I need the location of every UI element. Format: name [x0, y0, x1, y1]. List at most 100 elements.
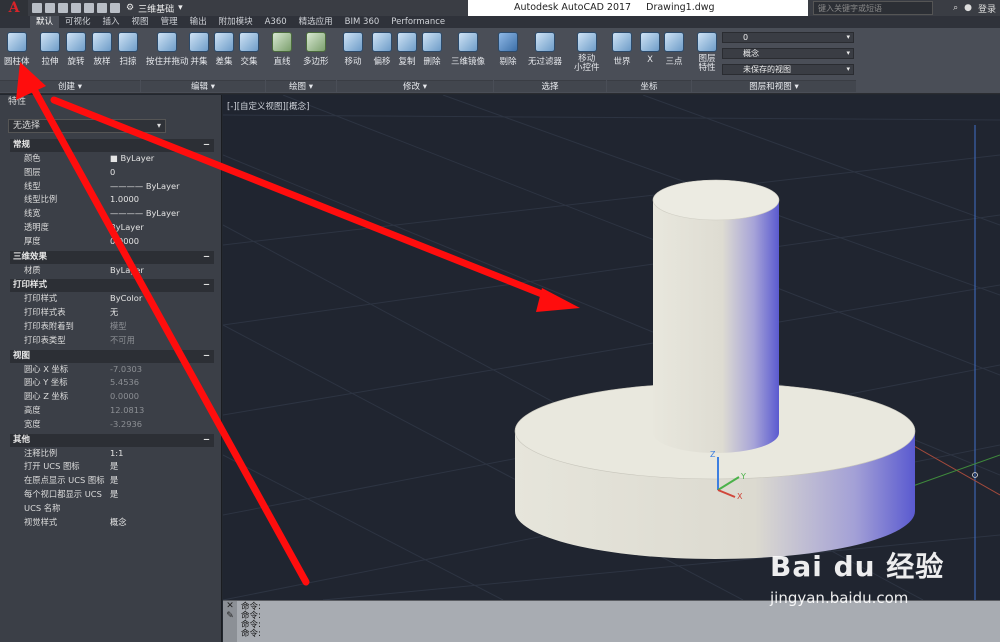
panel-modify[interactable]: 修改 ▾	[337, 80, 493, 92]
view-dropdown[interactable]: 未保存的视图 ▾	[722, 64, 854, 75]
cylinder-button[interactable]: 圆柱体	[4, 32, 30, 67]
tab-output[interactable]: 输出	[184, 16, 213, 28]
property-row[interactable]: 线宽 ———— ByLayer	[10, 207, 214, 221]
tab-default[interactable]: 默认	[30, 16, 60, 28]
property-row[interactable]: 颜色 ■ ByLayer	[10, 152, 214, 166]
property-row[interactable]: 高度 12.0813	[10, 404, 214, 418]
property-row[interactable]: 打印样式 ByColor	[10, 292, 214, 306]
save-icon[interactable]	[58, 3, 68, 13]
panel-selection[interactable]: 选择	[494, 80, 606, 92]
tab-performance[interactable]: Performance	[385, 16, 451, 28]
workspace-switcher[interactable]: ⚙ 三维基础 ▾	[126, 2, 183, 15]
viewport-label[interactable]: [-][自定义视图][概念]	[227, 100, 309, 112]
sweep-button[interactable]: 扫掠	[118, 32, 138, 67]
tab-manage[interactable]: 管理	[155, 16, 184, 28]
cull-button[interactable]: 剔除	[498, 32, 518, 67]
property-row[interactable]: 宽度 -3.2936	[10, 418, 214, 432]
property-row[interactable]: 注释比例 1:1	[10, 447, 214, 461]
collapse-icon[interactable]: −	[203, 139, 210, 152]
tab-featured-apps[interactable]: 精选应用	[293, 16, 339, 28]
property-row[interactable]: 视觉样式 概念	[10, 516, 214, 530]
search-icon[interactable]: ⌕	[953, 3, 958, 13]
collapse-icon[interactable]: −	[203, 350, 210, 363]
line-button[interactable]: 直线	[272, 32, 292, 67]
property-section[interactable]: 其他 −	[10, 433, 214, 447]
section-title: 三维效果	[13, 251, 48, 262]
revolve-button[interactable]: 旋转	[66, 32, 86, 67]
selection-dropdown[interactable]: 无选择 ▾	[8, 119, 166, 133]
property-row[interactable]: 线型 ———— ByLayer	[10, 180, 214, 194]
close-icon[interactable]: ✕	[223, 601, 237, 611]
save-as-icon[interactable]	[71, 3, 81, 13]
user-icon[interactable]: ●	[964, 3, 972, 13]
drawing-viewport[interactable]: Y X Z [-][自定义视图][概念]	[223, 95, 1000, 600]
wrench-icon[interactable]: ✎	[223, 611, 237, 621]
property-row[interactable]: 圆心 Y 坐标 5.4536	[10, 376, 214, 390]
extrude-button[interactable]: 拉伸	[40, 32, 60, 67]
gizmo-button[interactable]: 移动 小控件	[574, 32, 600, 73]
tab-visualize[interactable]: 可视化	[59, 16, 97, 28]
panel-layers-view[interactable]: 图层和视图 ▾	[692, 80, 856, 92]
offset-button[interactable]: 偏移	[372, 32, 392, 67]
property-section[interactable]: 视图 −	[10, 349, 214, 363]
layer-properties-button[interactable]: 图层 特性	[697, 32, 717, 73]
tab-view[interactable]: 视图	[126, 16, 155, 28]
nofilter-button[interactable]: 无过滤器	[528, 32, 562, 67]
property-row[interactable]: 打印表类型 不可用	[10, 334, 214, 348]
tab-a360[interactable]: A360	[259, 16, 293, 28]
property-row[interactable]: 线型比例 1.0000	[10, 193, 214, 207]
subtract-button[interactable]: 差集	[214, 32, 234, 67]
tab-insert[interactable]: 插入	[97, 16, 126, 28]
threepoint-button[interactable]: 三点	[664, 32, 684, 67]
new-file-icon[interactable]	[32, 3, 42, 13]
move-button[interactable]: 移动	[343, 32, 363, 67]
app-logo-icon[interactable]: A	[0, 0, 28, 16]
panel-create[interactable]: 创建 ▾	[0, 80, 140, 92]
layer-dropdown[interactable]: 0 ▾	[722, 32, 854, 43]
redo-icon[interactable]	[110, 3, 120, 13]
panel-edit[interactable]: 编辑 ▾	[141, 80, 265, 92]
property-row[interactable]: UCS 名称	[10, 502, 214, 516]
view-value: 未保存的视图	[743, 65, 791, 74]
watermark-url: jingyan.baidu.com	[770, 589, 909, 607]
visual-style-dropdown[interactable]: 概念 ▾	[722, 48, 854, 59]
collapse-icon[interactable]: −	[203, 251, 210, 264]
property-row[interactable]: 圆心 X 坐标 -7.0303	[10, 363, 214, 377]
login-link[interactable]: 登录	[978, 2, 996, 15]
property-row[interactable]: 透明度 ByLayer	[10, 221, 214, 235]
world-button[interactable]: 世界	[612, 32, 632, 67]
loft-button[interactable]: 放样	[92, 32, 112, 67]
collapse-icon[interactable]: −	[203, 434, 210, 447]
property-row[interactable]: 材质 ByLayer	[10, 264, 214, 278]
mirror3d-button[interactable]: 三维镜像	[451, 32, 485, 67]
x-button[interactable]: X	[640, 32, 660, 65]
property-row[interactable]: 打开 UCS 图标 是	[10, 460, 214, 474]
tab-bim360[interactable]: BIM 360	[339, 16, 386, 28]
property-row[interactable]: 打印表附着到 模型	[10, 320, 214, 334]
collapse-icon[interactable]: −	[203, 279, 210, 292]
visual-style-value: 概念	[743, 49, 759, 58]
intersect-button[interactable]: 交集	[239, 32, 259, 67]
property-section[interactable]: 打印样式 −	[10, 279, 214, 293]
property-section[interactable]: 三维效果 −	[10, 250, 214, 264]
plot-icon[interactable]	[84, 3, 94, 13]
property-row[interactable]: 每个视口都显示 UCS 是	[10, 488, 214, 502]
copy-button[interactable]: 复制	[397, 32, 417, 67]
property-row[interactable]: 圆心 Z 坐标 0.0000	[10, 390, 214, 404]
property-section[interactable]: 常规 −	[10, 139, 214, 152]
panel-coordinates[interactable]: 坐标	[607, 80, 691, 92]
undo-icon[interactable]	[97, 3, 107, 13]
property-row[interactable]: 厚度 0.0000	[10, 235, 214, 249]
search-input[interactable]: 键入关键字或短语	[813, 1, 933, 15]
polygon-button[interactable]: 多边形	[303, 32, 329, 67]
union-button[interactable]: 并集	[189, 32, 209, 67]
erase-button[interactable]: 删除	[422, 32, 442, 67]
open-file-icon[interactable]	[45, 3, 55, 13]
property-row[interactable]: 打印样式表 无	[10, 306, 214, 320]
property-row[interactable]: 图层 0	[10, 166, 214, 180]
tab-addins[interactable]: 附加模块	[213, 16, 259, 28]
property-row[interactable]: 在原点显示 UCS 图标是	[10, 474, 214, 488]
presspull-button[interactable]: 按住并拖动	[146, 32, 189, 67]
panel-draw[interactable]: 绘图 ▾	[266, 80, 336, 92]
property-key: 宽度	[24, 418, 41, 429]
